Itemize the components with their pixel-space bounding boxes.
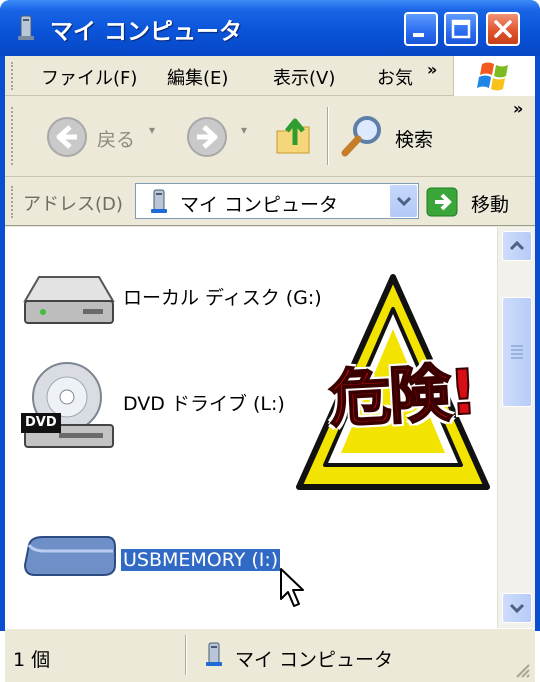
menu-bar: ファイル(F) 編集(E) 表示(V) お気 » [5,56,535,96]
file-list-pane: ローカル ディスク (G:) DVD DVD ドライブ (L:) USBMEMO… [5,227,535,628]
minimize-button[interactable] [404,12,438,46]
drive-item-usb[interactable] [19,531,119,591]
back-button[interactable] [45,115,89,163]
explorer-window: マイ コンピュータ ファイル(F) 編集(E) 表示(V) お気 » 戻る ▾ … [0,0,540,682]
menu-overflow-chevron[interactable]: » [427,60,437,79]
dvd-badge: DVD [25,415,57,430]
drive-label-usb[interactable]: USBMEMORY (I:) [119,548,282,572]
chevron-up-icon [509,240,525,251]
vertical-scrollbar[interactable] [497,227,535,628]
forward-dropdown-arrow[interactable]: ▾ [241,123,247,137]
window-client: ファイル(F) 編集(E) 表示(V) お気 » 戻る ▾ ▾ 検索 » アドレ… [5,56,535,682]
drive-item-dvd[interactable]: DVD [19,355,119,459]
chevron-down-icon [509,603,525,614]
usb-drive-icon [23,536,116,576]
danger-warning-label: 危険! [326,354,478,437]
my-computer-icon [151,189,167,213]
toolbar-overflow-chevron[interactable]: » [513,99,523,118]
status-divider [185,635,187,675]
status-location: マイ コンピュータ [235,649,394,671]
mouse-cursor-icon [280,568,304,607]
back-label[interactable]: 戻る [97,125,135,152]
my-computer-icon [18,15,34,40]
title-bar[interactable]: マイ コンピュータ [0,0,540,56]
windows-flag-icon [477,62,508,91]
address-dropdown-button[interactable] [389,185,417,217]
dvd-drive-icon [21,362,114,448]
menu-favorites[interactable]: お気 [377,64,413,90]
grip-lines-icon [511,345,523,359]
address-label: アドレス(D) [23,194,123,215]
my-computer-icon [206,642,222,666]
status-bar: 1 個 マイ コンピュータ [5,628,535,682]
close-button[interactable] [486,12,520,46]
address-grip[interactable] [11,186,14,218]
menu-grip[interactable] [11,62,14,90]
close-icon [494,20,512,38]
go-arrow-icon [426,187,458,217]
window-title: マイ コンピュータ [50,19,243,45]
maximize-icon [451,19,471,39]
minimize-icon [413,33,424,37]
windows-logo [453,56,535,96]
folder-up-icon [276,118,310,154]
search-label[interactable]: 検索 [395,125,433,152]
menu-view[interactable]: 表示(V) [273,64,335,90]
address-input[interactable]: マイ コンピュータ [180,190,338,217]
search-button[interactable] [339,113,387,163]
resize-grip-icon[interactable] [513,661,531,679]
go-button[interactable] [425,186,461,222]
standard-toolbar: 戻る ▾ ▾ 検索 » [5,97,535,177]
scroll-up-button[interactable] [502,231,532,261]
search-icon [341,116,381,157]
up-folder-button[interactable] [273,113,317,163]
toolbar-grip[interactable] [11,107,14,165]
maximize-button[interactable] [444,12,478,46]
status-object-count: 1 個 [13,649,51,671]
drive-label-local-disk[interactable]: ローカル ディスク (G:) [123,283,322,310]
forward-button[interactable] [185,115,229,163]
scroll-down-button[interactable] [502,593,532,623]
chevron-down-icon [396,196,412,207]
drive-label-dvd[interactable]: DVD ドライブ (L:) [123,389,285,416]
scroll-thumb[interactable] [502,297,532,407]
address-combobox[interactable]: マイ コンピュータ [135,183,419,219]
back-dropdown-arrow[interactable]: ▾ [149,123,155,137]
forward-arrow-icon [187,117,227,157]
toolbar-separator [327,107,329,165]
address-bar: アドレス(D) マイ コンピュータ 移動 [5,178,535,226]
menu-file[interactable]: ファイル(F) [41,64,137,90]
drive-item-local-disk[interactable] [19,271,119,335]
hard-disk-icon [23,276,115,324]
go-label[interactable]: 移動 [471,190,509,217]
back-arrow-icon [47,117,87,157]
menu-edit[interactable]: 編集(E) [167,64,228,90]
